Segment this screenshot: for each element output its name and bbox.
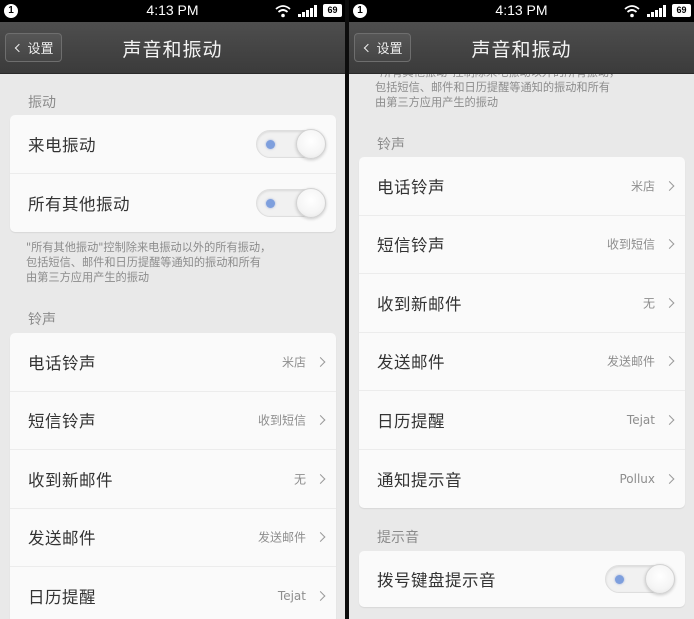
status-bar: 1 4:13 PM 69 <box>349 0 694 22</box>
row-label: 所有其他振动 <box>28 194 130 214</box>
chevron-right-icon <box>664 356 675 367</box>
toggle-indicator-dot <box>615 575 624 584</box>
page-title: 声音和振动 <box>122 39 223 61</box>
vibration-description: "所有其他振动"控制除来电振动以外的所有振动， 包括短信、邮件和日历提醒等通知的… <box>26 241 272 284</box>
row-dialpad-tone[interactable]: 拨号键盘提示音 <box>359 551 685 607</box>
chevron-right-icon <box>664 180 675 191</box>
row-value: 收到短信 <box>257 413 306 428</box>
toggle-knob <box>296 187 326 218</box>
ringtones-card: 电话铃声 米店 短信铃声 收到短信 收到新邮件 无 发送邮件 发送邮件 日历提醒 <box>10 333 336 619</box>
row-incoming-call-vibrate[interactable]: 来电振动 <box>10 115 336 174</box>
toggle-knob <box>296 128 326 159</box>
row-calendar-reminder[interactable]: 日历提醒 Tejat <box>359 391 685 450</box>
battery-icon: 69 <box>672 4 691 17</box>
row-value: Pollux <box>619 471 655 486</box>
section-header-prompt-tones: 提示音 <box>377 530 419 546</box>
row-notification-tone[interactable]: 通知提示音 Pollux <box>359 450 685 509</box>
prompt-tones-card: 拨号键盘提示音 <box>359 551 685 607</box>
row-new-mail-tone[interactable]: 收到新邮件 无 <box>10 450 336 509</box>
title-bar: 设置 声音和振动 <box>0 22 345 74</box>
row-phone-ringtone[interactable]: 电话铃声 米店 <box>359 157 685 216</box>
section-header-vibration: 振动 <box>28 95 56 111</box>
chevron-right-icon <box>664 473 675 484</box>
chevron-right-icon <box>315 591 326 602</box>
row-label: 通知提示音 <box>377 470 462 490</box>
row-value: 无 <box>293 472 306 487</box>
toggle-indicator-dot <box>266 139 275 149</box>
row-value: Tejat <box>277 589 306 604</box>
vibration-description: "所有其他振动"控制除来电振动以外的所有振动， 包括短信、邮件和日历提醒等通知的… <box>375 74 620 109</box>
row-calendar-reminder[interactable]: 日历提醒 Tejat <box>10 567 336 619</box>
battery-icon: 69 <box>323 4 342 17</box>
chevron-right-icon <box>315 356 326 367</box>
row-label: 拨号键盘提示音 <box>377 571 496 590</box>
row-phone-ringtone[interactable]: 电话铃声 米店 <box>10 333 336 392</box>
title-bar: 设置 声音和振动 <box>349 22 694 74</box>
row-value: 米店 <box>281 355 306 370</box>
status-time: 4:13 PM <box>495 2 548 18</box>
dialpad-tone-toggle[interactable] <box>605 564 675 594</box>
row-label: 短信铃声 <box>377 236 445 256</box>
row-all-other-vibrate[interactable]: 所有其他振动 <box>10 174 336 233</box>
row-label: 收到新邮件 <box>377 294 462 314</box>
row-label: 收到新邮件 <box>28 470 113 490</box>
row-sms-ringtone[interactable]: 短信铃声 收到短信 <box>10 392 336 450</box>
signal-icon <box>647 5 667 17</box>
status-time: 4:13 PM <box>146 2 199 18</box>
page-title: 声音和振动 <box>471 39 572 61</box>
chevron-right-icon <box>664 414 675 425</box>
ringtones-card: 电话铃声 米店 短信铃声 收到短信 收到新邮件 无 发送邮件 发送邮件 日历提醒 <box>359 157 685 508</box>
row-label: 电话铃声 <box>377 177 445 197</box>
row-label: 电话铃声 <box>28 353 96 373</box>
row-send-mail-tone[interactable]: 发送邮件 发送邮件 <box>10 509 336 567</box>
toggle-indicator-dot <box>266 198 275 208</box>
section-header-ringtones: 铃声 <box>377 137 405 153</box>
wifi-icon <box>275 5 291 18</box>
chevron-right-icon <box>664 239 675 250</box>
row-label: 发送邮件 <box>28 529 96 549</box>
chevron-right-icon <box>315 532 326 543</box>
row-label: 日历提醒 <box>377 411 445 431</box>
row-label: 日历提醒 <box>28 588 96 608</box>
screenshot-left: 1 4:13 PM 69 设置 声音和振动 振动 来电振动 所有其他振动 "所有… <box>0 0 345 619</box>
row-new-mail-tone[interactable]: 收到新邮件 无 <box>359 274 685 333</box>
row-send-mail-tone[interactable]: 发送邮件 发送邮件 <box>359 333 685 391</box>
row-label: 发送邮件 <box>377 353 445 373</box>
toggle-knob <box>645 564 675 594</box>
settings-list[interactable]: "所有其他振动"控制除来电振动以外的所有振动， 包括短信、邮件和日历提醒等通知的… <box>349 74 694 619</box>
chevron-right-icon <box>315 415 326 426</box>
vibration-card: 来电振动 所有其他振动 <box>10 115 336 232</box>
screenshot-right: 1 4:13 PM 69 设置 声音和振动 "所有其他振动"控制除来电振动以外的… <box>349 0 694 619</box>
row-value: 收到短信 <box>606 237 655 252</box>
all-other-vibrate-toggle[interactable] <box>256 187 326 218</box>
row-label: 来电振动 <box>28 135 96 155</box>
row-value: 发送邮件 <box>606 354 655 369</box>
settings-list[interactable]: 振动 来电振动 所有其他振动 "所有其他振动"控制除来电振动以外的所有振动， 包… <box>0 74 345 619</box>
row-sms-ringtone[interactable]: 短信铃声 收到短信 <box>359 216 685 274</box>
chevron-right-icon <box>664 297 675 308</box>
chevron-right-icon <box>315 473 326 484</box>
wifi-icon <box>624 5 640 18</box>
status-bar: 1 4:13 PM 69 <box>0 0 345 22</box>
row-value: Tejat <box>626 412 655 427</box>
row-value: 发送邮件 <box>257 530 306 545</box>
section-header-ringtones: 铃声 <box>28 312 56 328</box>
row-value: 无 <box>642 296 655 311</box>
signal-icon <box>298 5 318 17</box>
row-value: 米店 <box>630 179 655 194</box>
incoming-call-vibrate-toggle[interactable] <box>256 128 326 159</box>
row-label: 短信铃声 <box>28 412 96 432</box>
